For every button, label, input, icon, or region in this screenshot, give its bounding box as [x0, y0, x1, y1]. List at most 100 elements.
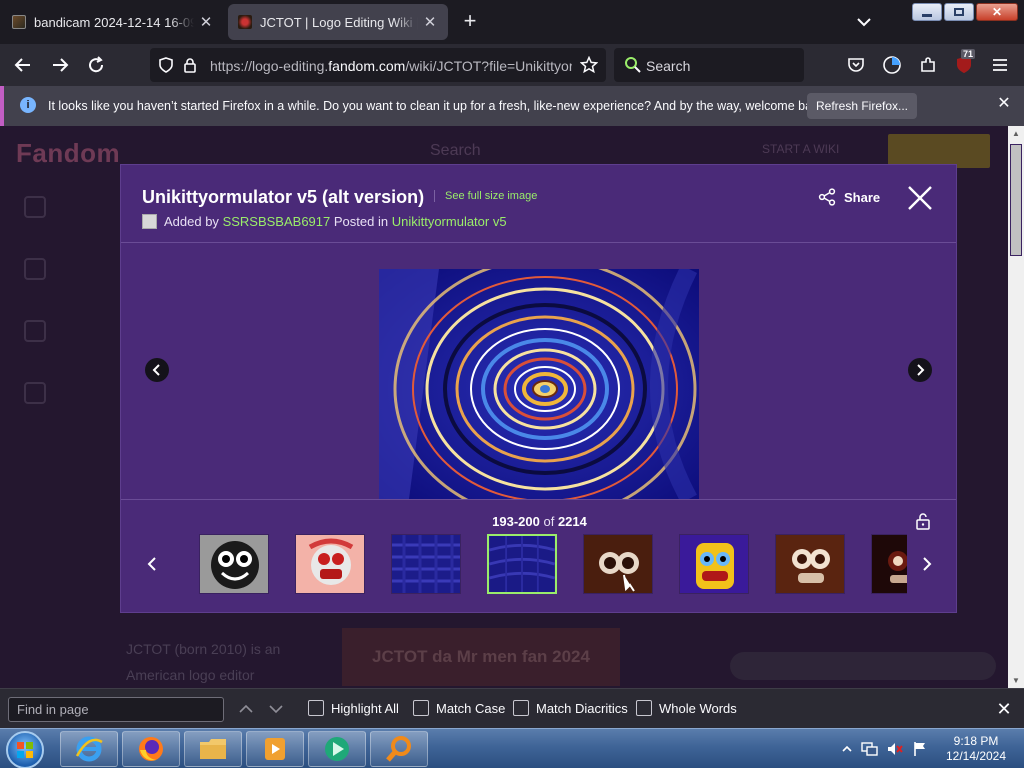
media-player-icon [265, 738, 285, 760]
reload-button[interactable] [85, 54, 107, 76]
system-clock[interactable]: 9:18 PM 12/14/2024 [938, 734, 1014, 764]
checkbox-box[interactable] [308, 700, 324, 716]
thumbnail-6[interactable] [679, 534, 749, 594]
chevron-down-icon [857, 18, 871, 27]
close-notification-icon[interactable]: ✕ [994, 94, 1014, 114]
action-center-flag-icon[interactable] [912, 741, 928, 757]
close-icon: ✕ [991, 5, 1003, 19]
hamburger-menu-icon [993, 59, 1007, 71]
uploader-link[interactable]: SSRSBSBAB6917 [223, 214, 331, 229]
pocket-button[interactable] [845, 54, 867, 76]
clock-date: 12/14/2024 [945, 749, 1007, 763]
thumbnail-8[interactable] [871, 534, 907, 594]
scroll-down-icon[interactable]: ▼ [1011, 676, 1021, 685]
whole-words-checkbox[interactable]: Whole Words [636, 700, 737, 716]
close-window-button[interactable]: ✕ [976, 3, 1018, 21]
see-full-size-link[interactable]: See full size image [434, 190, 537, 202]
thumbnail-7[interactable] [775, 534, 845, 594]
minimize-button[interactable] [912, 3, 942, 21]
restore-button[interactable] [944, 3, 974, 21]
thumbnail-strip: 193-200 of 2214 [121, 499, 956, 613]
show-hidden-icons-icon[interactable] [842, 744, 852, 754]
share-button[interactable]: Share [818, 188, 880, 206]
thumbnail-5[interactable] [583, 534, 653, 594]
image-range: 193-200 [492, 514, 540, 529]
bookmark-star-icon[interactable] [580, 56, 598, 74]
ublock-button[interactable]: 71 [953, 49, 976, 76]
menu-button[interactable] [989, 54, 1011, 76]
thumbnail-list [199, 534, 907, 596]
previous-image-button[interactable] [145, 358, 169, 382]
start-a-wiki-link: START A WIKI [762, 142, 840, 156]
checkbox-box[interactable] [513, 700, 529, 716]
thumbnail-4-selected[interactable] [487, 534, 557, 594]
folder-icon [200, 739, 226, 759]
taskbar-media-player[interactable] [246, 731, 304, 767]
next-image-button[interactable] [908, 358, 932, 382]
magnifier-icon [386, 736, 411, 762]
tab-jctot[interactable]: JCTOT | Logo Editing Wiki | Fandom ✕ [228, 4, 448, 40]
checkbox-box[interactable] [413, 700, 429, 716]
taskbar-firefox[interactable] [122, 731, 180, 767]
share-icon [818, 188, 836, 206]
shield-icon[interactable] [158, 57, 174, 73]
extensions-button[interactable] [917, 54, 939, 76]
user-avatar[interactable] [142, 214, 157, 229]
refresh-firefox-notification: i It looks like you haven’t started Fire… [0, 86, 1024, 126]
checkbox-label: Highlight All [331, 700, 399, 716]
refresh-firefox-button[interactable]: Refresh Firefox... [807, 93, 917, 119]
scrollbar-thumb[interactable] [1010, 144, 1022, 256]
notification-message: It looks like you haven’t started Firefo… [48, 99, 829, 113]
account-icon [883, 56, 901, 74]
fandom-logo[interactable]: Fandom [16, 138, 120, 169]
thumbnail-image [680, 535, 748, 593]
list-all-tabs-button[interactable] [852, 12, 876, 32]
match-diacritics-checkbox[interactable]: Match Diacritics [513, 700, 628, 716]
windows-logo-icon [17, 742, 33, 758]
main-image[interactable] [379, 269, 699, 499]
start-button[interactable] [6, 731, 44, 768]
find-next-icon[interactable] [268, 701, 284, 717]
tab-close-icon[interactable]: ✕ [422, 13, 438, 31]
tab-bandicam[interactable]: bandicam 2024-12-14 16-09-08 ✕ [2, 4, 224, 40]
thumbnail-3[interactable] [391, 534, 461, 594]
match-case-checkbox[interactable]: Match Case [413, 700, 505, 716]
search-bar[interactable]: Search [614, 48, 804, 82]
background-search: Search [430, 142, 481, 159]
page-scrollbar[interactable]: ▲ ▼ [1008, 126, 1024, 688]
posted-in-link[interactable]: Unikittyormulator v5 [392, 214, 507, 229]
find-bar: Find in page Highlight All Match Case Ma… [0, 688, 1024, 728]
taskbar-bandicam[interactable] [370, 731, 428, 767]
account-button[interactable] [881, 54, 903, 76]
taskbar-media-app[interactable] [308, 731, 366, 767]
restore-icon [954, 8, 964, 16]
chevron-left-icon [152, 364, 160, 376]
chevron-right-icon [917, 364, 925, 376]
network-icon[interactable] [860, 741, 878, 757]
close-find-bar-icon[interactable]: ✕ [994, 699, 1014, 719]
thumbnail-1[interactable] [199, 534, 269, 594]
highlight-all-checkbox[interactable]: Highlight All [308, 700, 399, 716]
tab-close-icon[interactable]: ✕ [198, 13, 214, 31]
find-previous-icon[interactable] [238, 701, 254, 717]
search-placeholder: Search [646, 58, 691, 74]
thumbnails-next-icon[interactable] [920, 556, 934, 572]
taskbar-file-explorer[interactable] [184, 731, 242, 767]
taskbar-internet-explorer[interactable] [60, 731, 118, 767]
forward-button[interactable] [49, 54, 71, 76]
find-input[interactable]: Find in page [8, 697, 224, 722]
close-lightbox-icon[interactable] [905, 183, 935, 213]
checkbox-box[interactable] [636, 700, 652, 716]
url-prefix: https://logo-editing. [210, 58, 329, 74]
back-button[interactable] [12, 54, 34, 76]
unlock-icon[interactable] [915, 512, 931, 530]
checkbox-label: Match Case [436, 700, 506, 716]
url-bar[interactable]: https://logo-editing.fandom.com/wiki/JCT… [150, 48, 606, 82]
url-text[interactable]: https://logo-editing.fandom.com/wiki/JCT… [210, 58, 572, 74]
thumbnails-previous-icon[interactable] [145, 556, 159, 572]
thumbnail-2[interactable] [295, 534, 365, 594]
scroll-up-icon[interactable]: ▲ [1011, 129, 1021, 138]
new-tab-button[interactable]: + [458, 10, 482, 34]
volume-muted-icon[interactable] [886, 741, 904, 757]
lock-icon[interactable] [183, 57, 197, 73]
